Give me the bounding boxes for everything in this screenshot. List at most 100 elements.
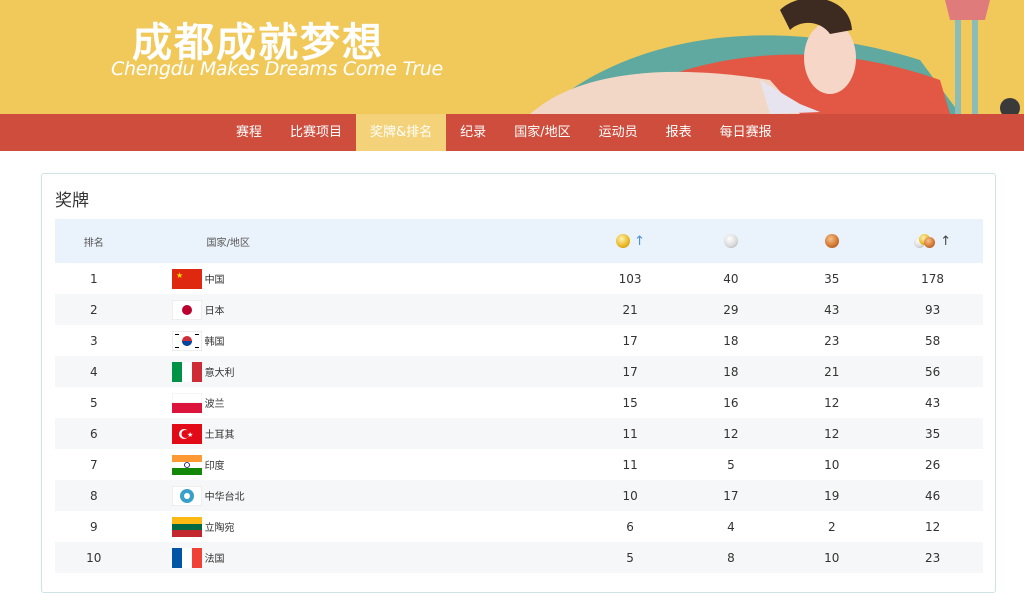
table-row[interactable]: 4 意大利 17 18 21 56 [55,356,983,387]
country-name[interactable]: 日本 [205,302,225,317]
rank-cell: 5 [89,395,98,410]
country-name[interactable]: 意大利 [205,364,235,379]
bronze-count: 19 [824,488,840,503]
svg-text:★: ★ [187,431,193,439]
table-row[interactable]: 1 ★ 中国 103 40 35 178 [55,263,983,294]
bronze-count: 10 [824,457,840,472]
svg-text:★: ★ [176,271,183,280]
silver-count: 12 [723,426,739,441]
total-count: 46 [924,488,941,503]
gold-count: 17 [622,333,638,348]
nav-item-medals-ranking[interactable]: 奖牌&排名 [356,114,447,151]
country-cell[interactable]: ★ 中国 [133,268,580,289]
table-row[interactable]: 6 ★ 土耳其 11 12 12 35 [55,418,983,449]
gold-medal-icon [616,234,631,248]
total-count: 178 [921,271,945,286]
sort-arrow-icon[interactable]: ↑ [940,234,951,249]
silver-count: 16 [723,395,739,410]
korea-flag-icon [171,330,202,351]
nav-item-schedule[interactable]: 赛程 [222,114,276,151]
nav-item-records[interactable]: 纪录 [446,114,500,151]
country-cell[interactable]: 波兰 [133,392,580,413]
country-cell[interactable]: 立陶宛 [133,516,580,537]
table-row[interactable]: 3 韩国 17 18 23 58 [55,325,983,356]
country-cell[interactable]: 日本 [133,299,580,320]
panel-title: 奖牌 [55,191,89,211]
country-cell[interactable]: ★ 土耳其 [133,423,580,444]
silver-count: 40 [723,271,739,286]
poland-flag-icon [171,392,202,413]
header-country: 国家/地区 [206,237,250,249]
rank-cell: 10 [86,550,102,565]
country-name[interactable]: 波兰 [205,395,225,410]
total-count: 93 [924,302,941,317]
country-cell[interactable]: 韩国 [133,330,580,351]
silver-count: 4 [727,519,735,534]
lithuania-flag-icon [171,516,202,537]
nav-item-athletes[interactable]: 运动员 [585,114,652,151]
header-bronze[interactable] [782,234,883,248]
rank-cell: 1 [89,271,98,286]
gold-count: 11 [622,426,638,441]
table-row[interactable]: 10 法国 5 8 10 23 [55,542,983,573]
gold-count: 6 [626,519,634,534]
italy-flag-icon [171,361,202,382]
bronze-medal-icon [824,234,839,248]
country-name[interactable]: 中华台北 [205,488,245,503]
table-header: 排名 国家/地区 ↑ ↑ [55,219,983,263]
table-row[interactable]: 2 日本 21 29 43 93 [55,294,983,325]
japan-flag-icon [171,299,202,320]
total-count: 43 [924,395,941,410]
banner: 成都成就梦想 Chengdu Makes Dreams Come True [0,0,1024,114]
table-row[interactable]: 8 中华台北 10 17 19 46 [55,480,983,511]
country-name[interactable]: 印度 [205,457,225,472]
gold-count: 21 [622,302,638,317]
bronze-count: 43 [824,302,840,317]
rank-cell: 3 [89,333,98,348]
country-name[interactable]: 土耳其 [205,426,235,441]
bronze-count: 10 [824,550,840,565]
header-silver[interactable] [681,234,782,248]
table-row[interactable]: 9 立陶宛 6 4 2 12 [55,511,983,542]
medal-table: 排名 国家/地区 ↑ ↑ 1 ★ 中国 103 40 35 178 2 日本 21 29 [55,219,983,573]
sort-arrow-icon[interactable]: ↑ [634,234,645,249]
total-count: 26 [924,457,941,472]
gold-count: 5 [626,550,634,565]
rank-cell: 9 [89,519,98,534]
header-gold[interactable]: ↑ [580,234,681,249]
banner-subtitle: Chengdu Makes Dreams Come True [111,58,443,80]
banner-illustration [530,0,1020,114]
rank-cell: 8 [89,488,98,503]
nav-item-countries[interactable]: 国家/地区 [500,114,584,151]
country-name[interactable]: 中国 [205,271,225,286]
gold-count: 10 [622,488,638,503]
bronze-count: 2 [827,519,836,534]
header-total[interactable]: ↑ [882,233,983,249]
rank-cell: 2 [89,302,98,317]
india-flag-icon [171,454,202,475]
country-cell[interactable]: 中华台北 [133,485,580,506]
gold-count: 11 [622,457,638,472]
table-row[interactable]: 5 波兰 15 16 12 43 [55,387,983,418]
rank-cell: 6 [89,426,98,441]
country-cell[interactable]: 意大利 [133,361,580,382]
country-cell[interactable]: 印度 [133,454,580,475]
turkey-flag-icon: ★ [171,423,202,444]
total-count: 56 [924,364,941,379]
bronze-count: 12 [824,426,840,441]
table-row[interactable]: 7 印度 11 5 10 26 [55,449,983,480]
nav-list: 赛程 比赛项目 奖牌&排名 纪录 国家/地区 运动员 报表 每日赛报 [222,114,786,151]
nav-item-daily-report[interactable]: 每日赛报 [706,114,786,151]
country-name[interactable]: 法国 [205,550,225,565]
france-flag-icon [171,547,202,568]
country-cell[interactable]: 法国 [133,547,580,568]
country-name[interactable]: 韩国 [205,333,225,348]
nav-item-reports[interactable]: 报表 [652,114,706,151]
header-rank: 排名 [83,237,104,249]
table-body: 1 ★ 中国 103 40 35 178 2 日本 21 29 43 93 3 韩国 17 18 23 58 4 意大利… [55,263,983,573]
bronze-count: 35 [824,271,840,286]
main-nav: 赛程 比赛项目 奖牌&排名 纪录 国家/地区 运动员 报表 每日赛报 [0,114,1024,151]
medals-panel: 奖牌 排名 国家/地区 ↑ ↑ 1 ★ 中国 103 40 35 178 2 日… [41,173,996,593]
country-name[interactable]: 立陶宛 [205,519,235,534]
nav-item-events[interactable]: 比赛项目 [276,114,356,151]
